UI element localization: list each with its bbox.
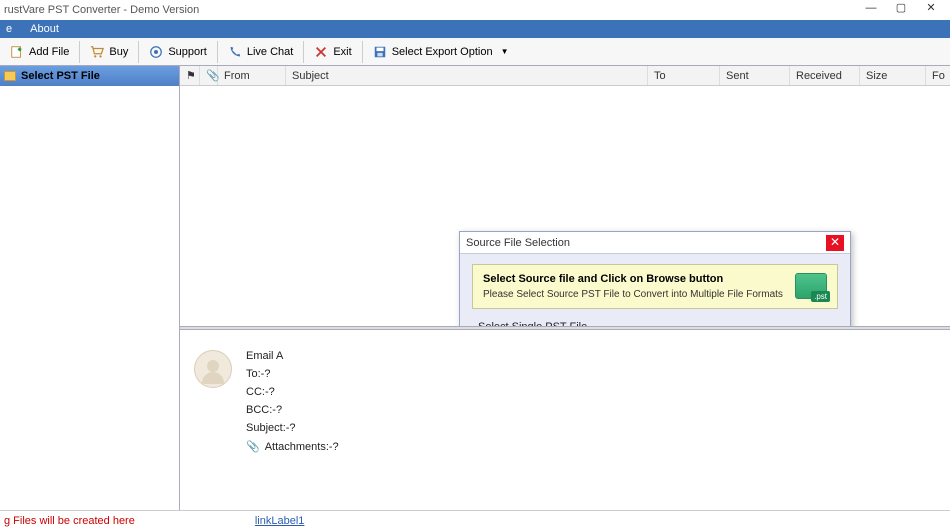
support-button[interactable]: Support (141, 42, 215, 62)
content-area: Select PST File ⚑ 📎 From Subject To Sent… (0, 66, 950, 510)
dialog-banner: Select Source file and Click on Browse b… (472, 264, 838, 309)
detail-email: Email A (246, 350, 339, 362)
source-file-dialog: Source File Selection ✕ Select Source fi… (459, 231, 851, 326)
dialog-titlebar: Source File Selection ✕ (460, 232, 850, 254)
export-option-button[interactable]: Select Export Option ▼ (365, 42, 517, 62)
exit-button[interactable]: Exit (306, 42, 359, 62)
window-titlebar: rustVare PST Converter - Demo Version — … (0, 0, 950, 20)
detail-to: To:-? (246, 368, 339, 380)
status-bar: g Files will be created here linkLabel1 (0, 510, 950, 530)
dialog-title: Source File Selection (466, 237, 570, 249)
toolbar: Add File Buy Support Live Chat Exit Sele… (0, 38, 950, 66)
buy-button[interactable]: Buy (82, 42, 136, 62)
right-pane: ⚑ 📎 From Subject To Sent Received Size F… (180, 66, 950, 510)
detail-attachments: 📎Attachments:-? (246, 440, 339, 453)
status-message: g Files will be created here (4, 515, 135, 527)
minimize-button[interactable]: — (856, 1, 886, 19)
column-to[interactable]: To (648, 66, 720, 85)
menu-about[interactable]: About (30, 23, 59, 35)
banner-subtitle: Please Select Source PST File to Convert… (483, 289, 785, 300)
left-pane-header: Select PST File (0, 66, 179, 86)
live-chat-button[interactable]: Live Chat (220, 42, 301, 62)
column-attachment[interactable]: 📎 (200, 66, 218, 85)
column-received[interactable]: Received (790, 66, 860, 85)
column-folder[interactable]: Fo (926, 66, 950, 85)
support-icon (149, 45, 163, 59)
close-window-button[interactable]: ✕ (916, 1, 946, 19)
detail-bcc: BCC:-? (246, 404, 339, 416)
pst-file-icon (795, 273, 827, 299)
paperclip-icon: 📎 (246, 441, 260, 453)
detail-cc: CC:-? (246, 386, 339, 398)
column-from[interactable]: From (218, 66, 286, 85)
save-icon (373, 45, 387, 59)
column-flag[interactable]: ⚑ (180, 66, 200, 85)
dialog-close-button[interactable]: ✕ (826, 235, 844, 251)
message-detail-pane: Email A To:-? CC:-? BCC:-? Subject:-? 📎A… (180, 330, 950, 510)
window-title: rustVare PST Converter - Demo Version (4, 4, 856, 16)
grid-header: ⚑ 📎 From Subject To Sent Received Size F… (180, 66, 950, 86)
add-file-icon (10, 45, 24, 59)
chevron-down-icon: ▼ (501, 47, 509, 56)
left-pane: Select PST File (0, 66, 180, 510)
exit-icon (314, 45, 328, 59)
avatar (194, 350, 232, 388)
banner-title: Select Source file and Click on Browse b… (483, 273, 785, 285)
column-subject[interactable]: Subject (286, 66, 648, 85)
column-sent[interactable]: Sent (720, 66, 790, 85)
phone-icon (228, 45, 242, 59)
add-file-button[interactable]: Add File (2, 42, 77, 62)
maximize-button[interactable]: ▢ (886, 1, 916, 19)
single-file-label: Select Single PST File (478, 321, 838, 326)
cart-icon (90, 45, 104, 59)
status-link[interactable]: linkLabel1 (255, 515, 305, 527)
column-size[interactable]: Size (860, 66, 926, 85)
detail-subject: Subject:-? (246, 422, 339, 434)
folder-icon (4, 71, 16, 81)
grid-body: Source File Selection ✕ Select Source fi… (180, 86, 950, 326)
menu-file[interactable]: e (6, 23, 12, 35)
menubar: e About (0, 20, 950, 38)
